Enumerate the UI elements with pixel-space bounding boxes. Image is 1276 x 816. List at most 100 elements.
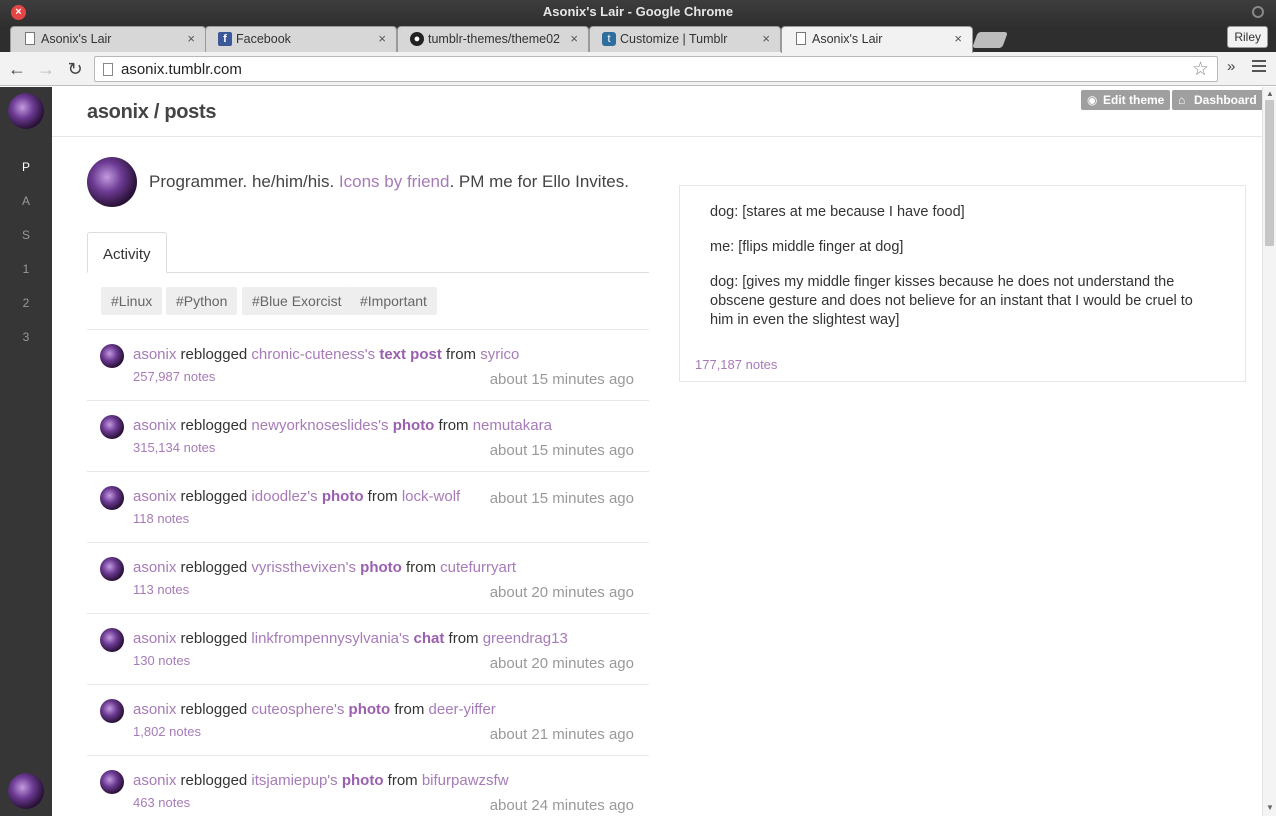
tab-close-icon[interactable]: × (187, 31, 195, 46)
user-link[interactable]: asonix (133, 630, 176, 647)
source-link[interactable]: vyrissthevixen's (251, 559, 356, 576)
tag-python[interactable]: #Python (166, 287, 238, 315)
avatar[interactable] (100, 344, 124, 368)
sidebar-item-1[interactable]: 1 (0, 262, 52, 276)
post-type-link[interactable]: chat (414, 630, 445, 647)
notes-count[interactable]: 113 notes (133, 582, 189, 597)
icons-credit-link[interactable]: Icons by friend (339, 172, 450, 191)
reload-icon[interactable]: ↻ (64, 58, 86, 80)
tab-close-icon[interactable]: × (954, 31, 962, 46)
page-icon (25, 32, 35, 45)
source-link[interactable]: cuteosphere's (251, 701, 344, 718)
avatar[interactable] (8, 93, 44, 129)
post-type-link[interactable]: photo (393, 417, 435, 434)
source-link[interactable]: newyorknoseslides's (251, 417, 388, 434)
avatar[interactable] (100, 486, 124, 510)
new-tab-button[interactable] (972, 32, 1008, 48)
sidebar-item-ask[interactable]: A (0, 194, 52, 208)
notes-count[interactable]: 315,134 notes (133, 440, 215, 455)
tab-close-icon[interactable]: × (378, 31, 386, 46)
back-arrow-icon[interactable]: ← (6, 58, 28, 80)
extensions-overflow-icon[interactable]: » (1227, 58, 1235, 75)
tab-activity[interactable]: Activity (87, 232, 167, 273)
post-type-link[interactable]: photo (349, 701, 391, 718)
source-link[interactable]: linkfrompennysylvania's (251, 630, 409, 647)
page-icon (103, 63, 113, 76)
origin-link[interactable]: bifurpawzsfw (422, 772, 509, 789)
notes-count[interactable]: 463 notes (133, 795, 190, 810)
browser-tab[interactable]: Asonix's Lair × (10, 26, 206, 52)
origin-link[interactable]: greendrag13 (483, 630, 568, 647)
user-link[interactable]: asonix (133, 417, 176, 434)
sidebar-item-3[interactable]: 3 (0, 330, 52, 344)
post-type-link[interactable]: photo (322, 488, 364, 505)
browser-toolbar: ← → ↻ asonix.tumblr.com ☆ (0, 52, 1276, 86)
tab-title: Asonix's Lair (41, 32, 112, 46)
blog-description: Programmer. he/him/his. Icons by friend.… (149, 172, 629, 191)
origin-link[interactable]: deer-yiffer (429, 701, 496, 718)
page-scrollbar[interactable]: ▲ ▼ (1262, 87, 1276, 816)
activity-item: asonix reblogged chronic-cuteness's text… (87, 330, 649, 401)
window-restore-button[interactable] (1252, 6, 1264, 18)
origin-link[interactable]: cutefurryart (440, 559, 516, 576)
browser-tab[interactable]: ● tumblr-themes/theme02 × (397, 26, 589, 52)
tab-title: Customize | Tumblr (620, 32, 728, 46)
tag-linux[interactable]: #Linux (101, 287, 163, 315)
user-link[interactable]: asonix (133, 488, 176, 505)
tag-important[interactable]: #Important (350, 287, 437, 315)
sidebar-item-2[interactable]: 2 (0, 296, 52, 310)
sidebar-item-posts[interactable]: P (0, 160, 52, 174)
browser-tab[interactable]: f Facebook × (205, 26, 397, 52)
avatar[interactable] (100, 557, 124, 581)
facebook-icon: f (218, 32, 232, 46)
post-line: dog: [gives my middle finger kisses beca… (710, 274, 1193, 328)
edit-theme-button[interactable]: ◉ Edit theme (1081, 90, 1171, 110)
browser-tab[interactable]: t Customize | Tumblr × (589, 26, 781, 52)
bookmark-star-icon[interactable]: ☆ (1192, 58, 1209, 81)
tab-close-icon[interactable]: × (570, 31, 578, 46)
source-link[interactable]: itsjamiepup's (251, 772, 337, 789)
activity-text: asonix reblogged itsjamiepup's photo fro… (133, 772, 509, 789)
dashboard-button[interactable]: ⌂ Dashboard (1172, 90, 1263, 110)
avatar[interactable] (100, 699, 124, 723)
avatar[interactable] (100, 628, 124, 652)
user-link[interactable]: asonix (133, 701, 176, 718)
tag-blue-exorcist[interactable]: #Blue Exorcist (242, 287, 352, 315)
forward-arrow-icon[interactable]: → (35, 58, 57, 80)
notes-count[interactable]: 1,802 notes (133, 724, 201, 739)
browser-tab-active[interactable]: Asonix's Lair × (781, 26, 973, 53)
user-link[interactable]: asonix (133, 772, 176, 789)
scroll-down-icon[interactable]: ▼ (1266, 803, 1274, 812)
activity-text: asonix reblogged cuteosphere's photo fro… (133, 701, 496, 718)
avatar[interactable] (100, 415, 124, 439)
notes-count[interactable]: 118 notes (133, 511, 189, 526)
user-link[interactable]: asonix (133, 346, 176, 363)
source-link[interactable]: idoodlez's (251, 488, 317, 505)
origin-link[interactable]: syrico (480, 346, 519, 363)
notes-count[interactable]: 130 notes (133, 653, 190, 668)
activity-text: asonix reblogged newyorknoseslides's pho… (133, 417, 552, 434)
post-type-link[interactable]: text post (379, 346, 442, 363)
post-type-link[interactable]: photo (360, 559, 402, 576)
activity-item: asonix reblogged newyorknoseslides's pho… (87, 401, 649, 472)
activity-text: asonix reblogged vyrissthevixen's photo … (133, 559, 517, 576)
origin-link[interactable]: lock-wolf (402, 488, 460, 505)
blog-sidebar: P A S 1 2 3 (0, 87, 52, 816)
post-notes-count[interactable]: 177,187 notes (695, 357, 777, 372)
window-close-button[interactable]: × (11, 5, 26, 20)
post-type-link[interactable]: photo (342, 772, 384, 789)
notes-count[interactable]: 257,987 notes (133, 369, 215, 384)
avatar[interactable] (100, 770, 124, 794)
scrollbar-thumb[interactable] (1265, 100, 1274, 246)
source-link[interactable]: chronic-cuteness's (251, 346, 375, 363)
user-link[interactable]: asonix (133, 559, 176, 576)
tab-close-icon[interactable]: × (762, 31, 770, 46)
profile-button[interactable]: Riley (1227, 26, 1268, 48)
origin-link[interactable]: nemutakara (473, 417, 552, 434)
address-bar[interactable]: asonix.tumblr.com ☆ (94, 56, 1218, 82)
chrome-menu-icon[interactable] (1252, 60, 1266, 75)
avatar[interactable] (8, 773, 44, 809)
scroll-up-icon[interactable]: ▲ (1266, 89, 1274, 98)
text-post: dog: [stares at me because I have food] … (679, 185, 1246, 382)
sidebar-item-submit[interactable]: S (0, 228, 52, 242)
